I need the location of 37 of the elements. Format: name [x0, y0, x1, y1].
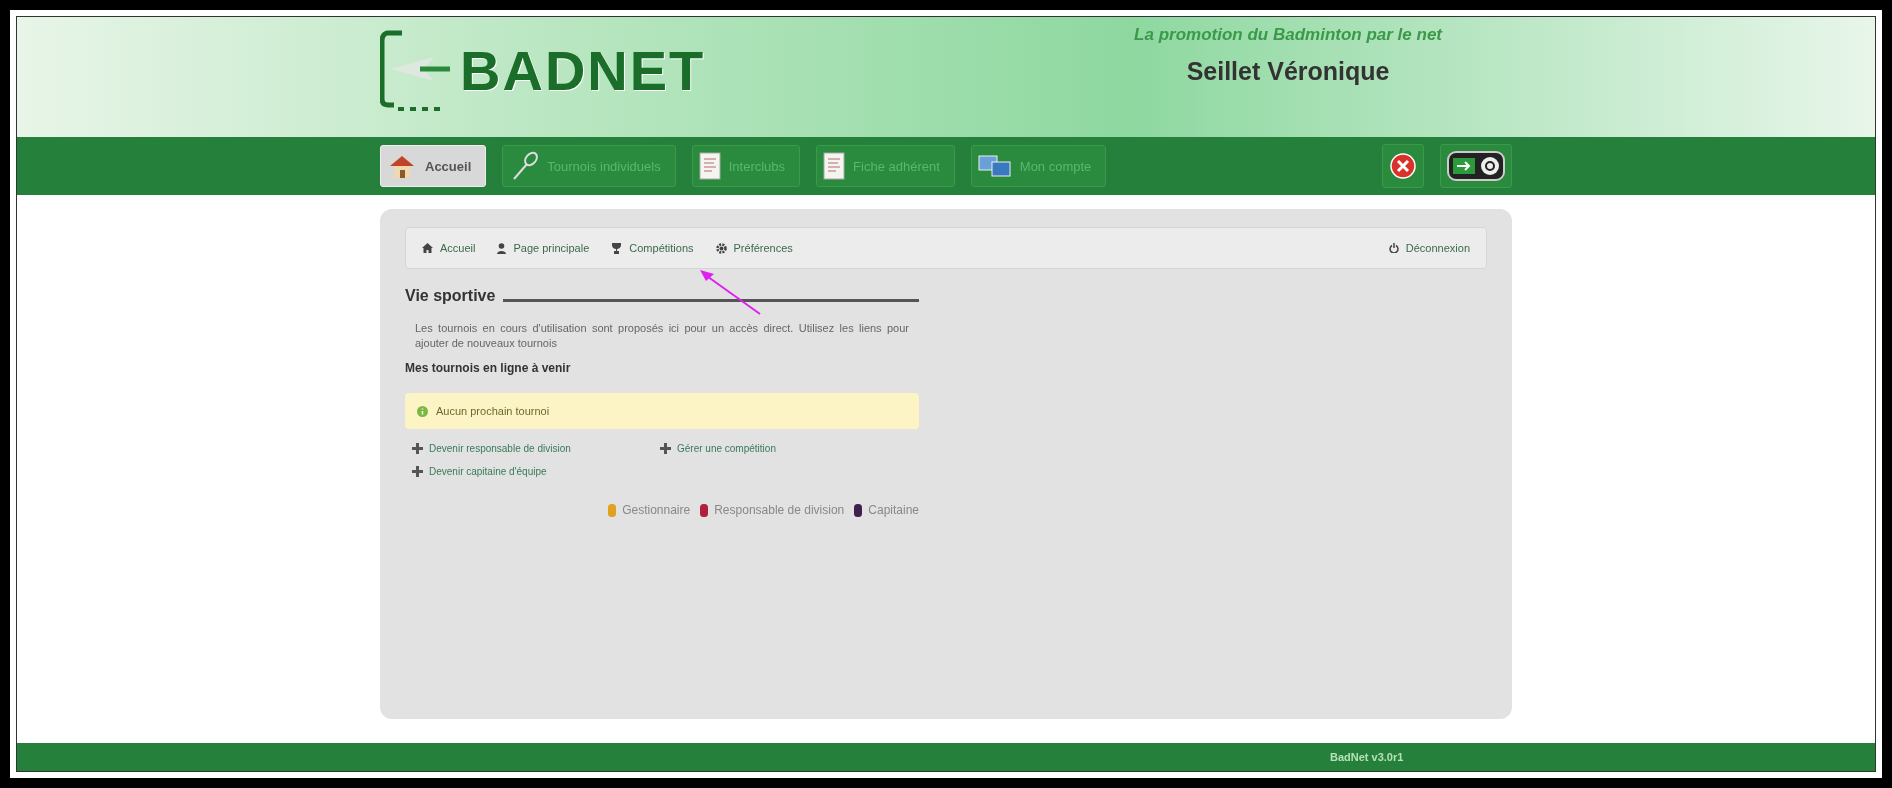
notice-text: Aucun prochain tournoi [436, 405, 550, 417]
logo-text: BADNET [460, 37, 706, 103]
nav-button[interactable]: Accueil [380, 145, 487, 187]
user-icon [497, 242, 507, 254]
close-icon [1389, 152, 1417, 180]
section-title: Vie sportive [405, 287, 496, 305]
document-icon [823, 152, 846, 180]
user-name: Seillet Véronique [1186, 57, 1390, 86]
document-icon [698, 152, 721, 180]
breadcrumb-link[interactable]: Compétitions [611, 242, 694, 254]
trophy-icon [611, 242, 623, 254]
breadcrumb-link[interactable]: Préférences [715, 242, 793, 254]
tagline: La promotion du Badminton par le net [1134, 25, 1442, 45]
action-link[interactable]: Gérer une compétition [660, 443, 919, 454]
power-icon [1388, 243, 1399, 253]
intro-text: Les tournois en cours d'utilisation sont proposés ici pour un accès direct. Utilisez les liens pour ajouter de nouveaux tournois [415, 321, 909, 351]
action-link[interactable]: Devenir capitaine d'équipe [412, 466, 660, 477]
monitors-icon [977, 154, 1012, 178]
breadcrumb-link[interactable]: Accueil [422, 242, 476, 254]
home-icon [422, 243, 433, 253]
login-button[interactable] [1440, 144, 1512, 188]
version-text: BadNet v3.0r1 [1330, 751, 1404, 763]
plus-icon [660, 443, 671, 454]
plus-icon [412, 443, 423, 454]
arrow-at-icon [1447, 151, 1505, 181]
subsection-title: Mes tournois en ligne à venir [405, 361, 572, 375]
plus-icon [412, 466, 423, 477]
legend-label: Capitaine [868, 503, 919, 517]
info-icon [417, 405, 428, 417]
settings-icon [715, 242, 727, 254]
logout-link[interactable]: Déconnexion [1388, 242, 1470, 254]
legend-label: Responsable de division [714, 503, 845, 517]
legend-label: Gestionnaire [622, 503, 691, 517]
pointer-arrow [698, 268, 762, 316]
close-button[interactable] [1382, 144, 1424, 188]
action-link[interactable]: Devenir responsable de division [412, 443, 660, 454]
breadcrumb-link[interactable]: Page principale [497, 242, 590, 254]
